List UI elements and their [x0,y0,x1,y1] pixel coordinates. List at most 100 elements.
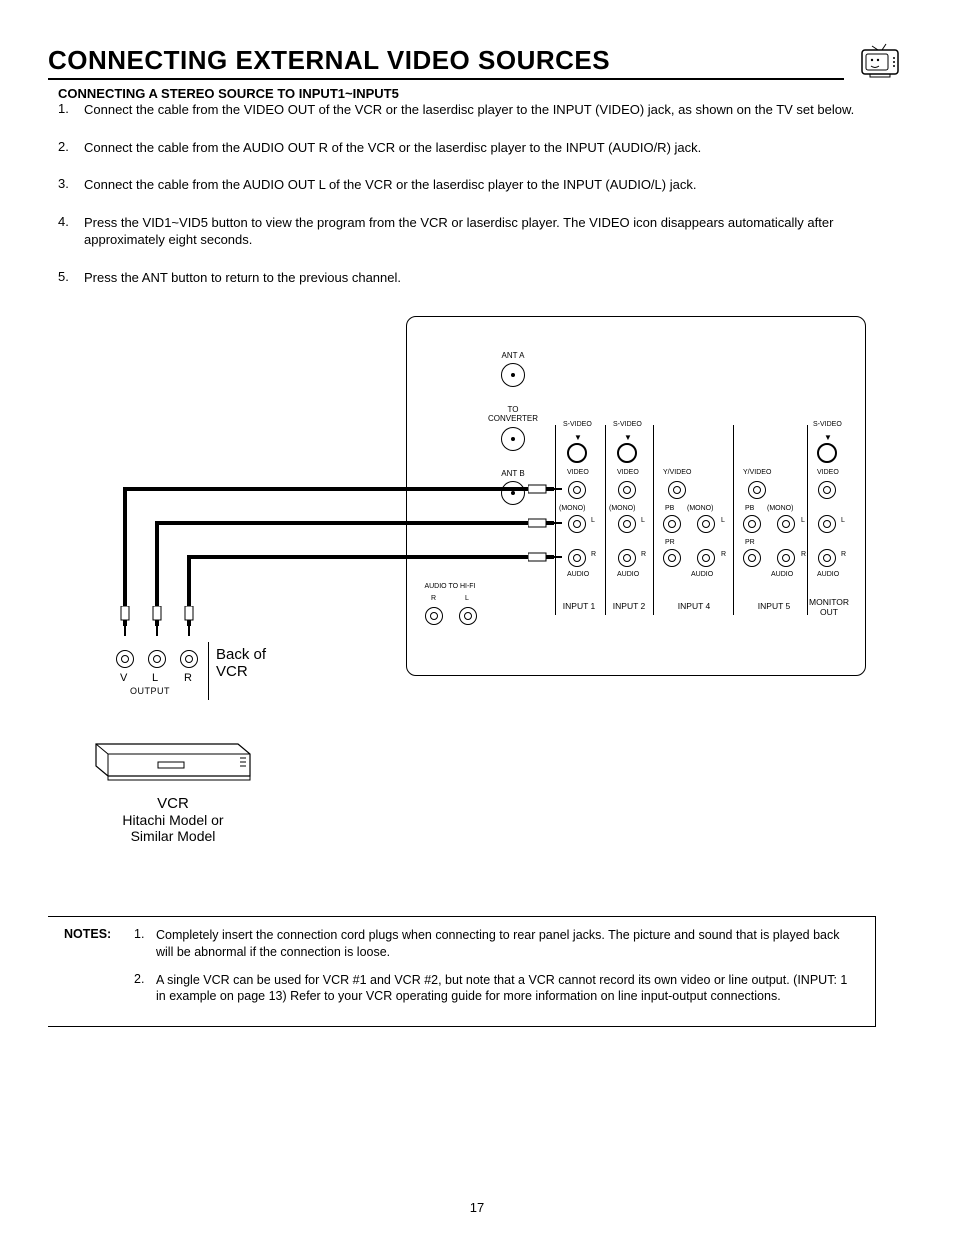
cable-plug-icon [528,550,562,564]
video-jack-input2 [618,481,636,499]
label-yvideo: Y/VIDEO [663,469,691,476]
label-ant-b: ANT B [493,469,533,478]
video-jack-monitor [818,481,836,499]
label-pr: PR [745,539,755,546]
label-ant-a: ANT A [493,351,533,360]
cable-plug-icon [182,606,196,636]
audio-r-cable [187,555,528,559]
audio-l-jack-input5 [777,515,795,533]
vcr-unit-icon [88,736,258,786]
ant-b-jack [501,481,525,505]
connection-diagram: ANT A TO CONVERTER ANT B S-VIDEO S-VIDEO… [48,316,906,876]
step-text: Press the VID1~VID5 button to view the p… [84,214,906,249]
audio-l-cable [155,521,528,525]
label-input5: INPUT 5 [749,601,799,611]
audio-r-jack-input4 [697,549,715,567]
svideo-jack [817,443,837,463]
label-pb: PB [665,505,674,512]
notes-label: NOTES: [64,927,134,1016]
label-monitor-out: MONITOR OUT [805,597,853,617]
notes-box: NOTES: 1.Completely insert the connectio… [48,916,876,1027]
label-input4: INPUT 4 [669,601,719,611]
label-video: VIDEO [617,469,639,476]
svideo-jack [617,443,637,463]
label-audio-hifi: AUDIO TO HI-FI [415,583,485,590]
step-text: Press the ANT button to return to the pr… [84,269,906,287]
audio-l-jack-input4 [697,515,715,533]
page-number: 17 [0,1200,954,1215]
yvideo-jack-input5 [748,481,766,499]
pr-jack-input5 [743,549,761,567]
label-l: L [465,595,469,602]
label-l: L [641,517,645,524]
pr-jack-input4 [663,549,681,567]
label-mono: (MONO) [609,505,635,512]
audio-r-jack-input1 [568,549,586,567]
video-cable [123,487,127,617]
label-audio: AUDIO [691,571,713,578]
pb-jack-input5 [743,515,761,533]
label-r: R [431,595,436,602]
audio-r-jack-input5 [777,549,795,567]
label-svideo: S-VIDEO [613,421,642,428]
label-yvideo: Y/VIDEO [743,469,771,476]
label-l: L [801,517,805,524]
ant-a-jack [501,363,525,387]
label-v: V [120,672,127,684]
svideo-jack [567,443,587,463]
label-input1: INPUT 1 [559,601,599,611]
label-vcr: VCR [58,795,288,812]
converter-jack [501,427,525,451]
label-l: L [721,517,725,524]
label-audio: AUDIO [617,571,639,578]
hifi-r-jack [425,607,443,625]
audio-r-jack-monitor [818,549,836,567]
label-mono: (MONO) [767,505,793,512]
label-mono: (MONO) [687,505,713,512]
label-l: L [152,672,158,684]
tv-back-panel: ANT A TO CONVERTER ANT B S-VIDEO S-VIDEO… [406,316,866,676]
audio-l-jack-input1 [568,515,586,533]
label-back-of-vcr: Back of VCR [216,646,266,680]
label-audio: AUDIO [567,571,589,578]
vcr-audio-r-out-jack [180,650,198,668]
pb-jack-input4 [663,515,681,533]
label-input2: INPUT 2 [609,601,649,611]
label-pr: PR [665,539,675,546]
label-audio: AUDIO [771,571,793,578]
audio-l-jack-monitor [818,515,836,533]
label-r: R [641,551,646,558]
label-model: Hitachi Model or Similar Model [58,812,288,844]
page-title: CONNECTING EXTERNAL VIDEO SOURCES [48,45,844,80]
label-video: VIDEO [567,469,589,476]
video-cable [123,487,528,491]
hifi-l-jack [459,607,477,625]
yvideo-jack-input4 [668,481,686,499]
label-l: L [591,517,595,524]
vcr-diagram: V L R OUTPUT Back of VCR VCR Hitachi Mod… [78,606,288,844]
note-text: A single VCR can be used for VCR #1 and … [156,972,859,1005]
cable-plug-icon [150,606,164,636]
label-r: R [841,551,846,558]
step-text: Connect the cable from the AUDIO OUT L o… [84,176,906,194]
note-text: Completely insert the connection cord pl… [156,927,859,960]
vcr-audio-l-out-jack [148,650,166,668]
label-l: L [841,517,845,524]
label-audio: AUDIO [817,571,839,578]
audio-r-jack-input2 [618,549,636,567]
cable-plug-icon [528,482,562,496]
cable-plug-icon [528,516,562,530]
video-jack-input1 [568,481,586,499]
label-video: VIDEO [817,469,839,476]
label-r: R [591,551,596,558]
label-svideo: S-VIDEO [813,421,842,428]
label-r: R [721,551,726,558]
audio-l-cable [155,521,159,617]
label-r: R [801,551,806,558]
label-mono: (MONO) [559,505,585,512]
cable-plug-icon [118,606,132,636]
tv-icon [856,40,906,80]
vcr-video-out-jack [116,650,134,668]
label-r: R [184,672,192,684]
label-to-converter: TO CONVERTER [485,405,541,423]
